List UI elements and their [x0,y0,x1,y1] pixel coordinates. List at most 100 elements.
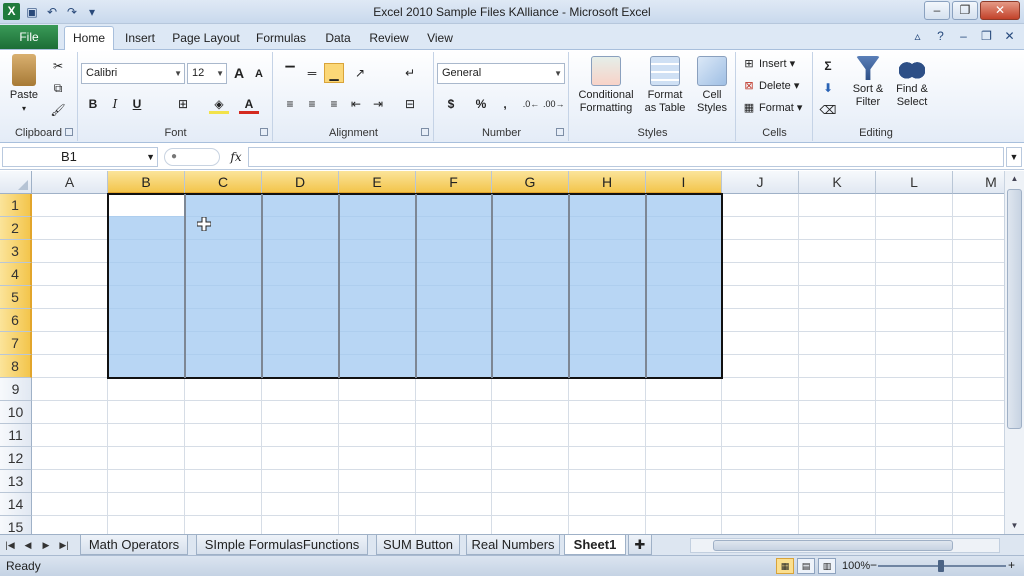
fill-color-icon[interactable]: ◈ [209,94,229,114]
tab-insert[interactable]: Insert [118,28,162,50]
cut-icon[interactable]: ✂ [48,56,68,76]
column-header-b[interactable]: B [108,171,185,194]
cell-styles-button[interactable]: Cell Styles [692,56,732,115]
row-header-4[interactable]: 4 [0,263,32,286]
italic-button[interactable]: I [105,94,125,114]
tab-file[interactable]: File [0,25,58,49]
horizontal-scrollbar[interactable] [690,538,1000,553]
wrap-text-icon[interactable]: ↵ [400,63,420,83]
format-cells-button[interactable]: ▦ Format ▾ [741,98,803,118]
worksheet-grid[interactable]: A B C D E F G H I J K L M 1 2 3 4 5 6 7 8 9 10 11 12 13 14 15 [0,171,1004,534]
underline-button[interactable]: U [127,94,147,114]
comma-button[interactable]: , [495,94,515,114]
column-header-c[interactable]: C [185,171,262,194]
workbook-close-icon[interactable]: ✕ [1001,28,1018,45]
page-layout-view-icon[interactable]: ▤ [797,558,815,574]
paste-button[interactable]: Paste ▾ [4,54,44,115]
merge-center-icon[interactable]: ⊟ [400,94,420,114]
row-header-14[interactable]: 14 [0,493,32,516]
zoom-out-icon[interactable]: − [870,558,877,572]
find-select-button[interactable]: Find & Select [890,56,934,109]
percent-button[interactable]: % [471,94,491,114]
row-header-2[interactable]: 2 [0,217,32,240]
zoom-level[interactable]: 100% [842,560,870,572]
orientation-icon[interactable]: ↗ [350,63,370,83]
select-all-button[interactable] [0,171,32,194]
prev-sheet-icon[interactable]: ◀ [20,537,36,553]
align-bottom-icon[interactable]: ▁ [324,63,344,83]
row-header-13[interactable]: 13 [0,470,32,493]
grow-font-button[interactable]: A [229,63,249,83]
row-header-9[interactable]: 9 [0,378,32,401]
row-header-8[interactable]: 8 [0,355,32,378]
column-header-h[interactable]: H [569,171,646,194]
row-header-3[interactable]: 3 [0,240,32,263]
font-color-icon[interactable]: A [239,94,259,114]
column-header-g[interactable]: G [492,171,569,194]
dialog-launcher-icon[interactable] [65,128,73,136]
row-header-10[interactable]: 10 [0,401,32,424]
row-header-7[interactable]: 7 [0,332,32,355]
last-sheet-icon[interactable]: ▶| [56,537,72,553]
increase-indent-icon[interactable]: ⇥ [368,94,388,114]
scroll-thumb[interactable] [713,540,953,551]
align-left-icon[interactable]: ≡ [280,94,300,114]
sheet-tab-real-numbers[interactable]: Real Numbers [466,535,560,555]
scroll-up-icon[interactable]: ▲ [1005,171,1024,187]
insert-cells-button[interactable]: ⊞ Insert ▾ [741,54,795,74]
delete-cells-button[interactable]: ⊠ Delete ▾ [741,76,799,96]
format-painter-icon[interactable]: 🖌 [48,100,68,120]
row-header-12[interactable]: 12 [0,447,32,470]
workbook-minimize-icon[interactable]: – [955,28,972,45]
column-header-i[interactable]: I [646,171,722,194]
formula-input[interactable] [248,147,1004,167]
tab-page-layout[interactable]: Page Layout [170,28,242,50]
first-sheet-icon[interactable]: |◀ [2,537,18,553]
align-middle-icon[interactable]: ═ [302,63,322,83]
insert-function-button[interactable]: fx [226,147,246,167]
formula-buttons[interactable]: ● [164,148,220,166]
scroll-down-icon[interactable]: ▼ [1005,518,1024,534]
tab-data[interactable]: Data [320,28,356,50]
sheet-tab-simple-formulas[interactable]: SImple FormulasFunctions [196,535,368,555]
sheet-tab-sum-button[interactable]: SUM Button [376,535,460,555]
workbook-restore-icon[interactable]: ❐ [978,28,995,45]
tab-home[interactable]: Home [64,26,114,51]
column-header-e[interactable]: E [339,171,416,194]
copy-icon[interactable]: ⧉ [48,78,68,98]
column-header-a[interactable]: A [32,171,108,194]
decrease-decimal-icon[interactable]: .00→ [543,94,565,114]
scroll-thumb[interactable] [1007,189,1022,429]
align-center-icon[interactable]: ≡ [302,94,322,114]
restore-button[interactable]: ❐ [952,1,978,20]
align-right-icon[interactable]: ≡ [324,94,344,114]
format-as-table-button[interactable]: Format as Table [640,56,690,115]
sheet-tab-sheet1[interactable]: Sheet1 [564,535,626,555]
column-header-f[interactable]: F [416,171,492,194]
dialog-launcher-icon[interactable] [556,128,564,136]
bold-button[interactable]: B [83,94,103,114]
tab-formulas[interactable]: Formulas [252,28,310,50]
expand-formula-bar-icon[interactable]: ▼ [1006,147,1022,167]
normal-view-icon[interactable]: ▦ [776,558,794,574]
column-header-d[interactable]: D [262,171,339,194]
dialog-launcher-icon[interactable] [260,128,268,136]
row-header-15[interactable]: 15 [0,516,32,534]
decrease-indent-icon[interactable]: ⇤ [346,94,366,114]
tab-view[interactable]: View [422,28,458,50]
row-header-11[interactable]: 11 [0,424,32,447]
number-format-combo[interactable]: General ▼ [437,63,565,84]
shrink-font-button[interactable]: A [249,64,269,84]
column-header-m[interactable]: M [953,171,1004,194]
font-name-combo[interactable]: Calibri ▼ [81,63,185,84]
font-size-combo[interactable]: 12 ▼ [187,63,227,84]
row-header-6[interactable]: 6 [0,309,32,332]
vertical-scrollbar[interactable]: ▲ ▼ [1004,171,1024,534]
active-cell[interactable] [109,195,184,216]
column-header-j[interactable]: J [722,171,799,194]
autosum-icon[interactable]: Σ [818,56,838,76]
fill-icon[interactable]: ⬇ [818,78,838,98]
increase-decimal-icon[interactable]: .0← [521,94,541,114]
row-header-5[interactable]: 5 [0,286,32,309]
zoom-slider-knob[interactable] [938,560,944,572]
